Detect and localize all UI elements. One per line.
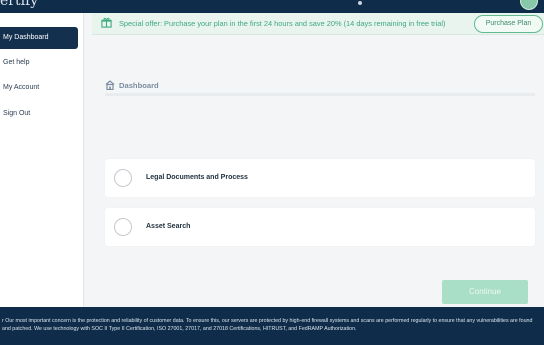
main-content: Dashboard Legal Documents and Process As… [85,35,544,307]
purchase-plan-button[interactable]: Purchase Plan [474,15,543,33]
gift-icon [101,17,112,28]
menu-dot-icon[interactable] [358,1,362,5]
footer: r Our most important concern is the prot… [0,307,544,345]
option-card-asset-search[interactable]: Asset Search [105,208,535,246]
option-label: Asset Search [146,223,191,230]
radio-button[interactable] [114,218,132,236]
sidebar-item-get-help[interactable]: Get help [0,53,78,73]
radio-button[interactable] [114,169,132,187]
security-notice-text: r Our most important concern is the prot… [2,318,533,332]
offer-text: Special offer: Purchase your plan in the… [119,19,446,28]
special-offer-banner: Special offer: Purchase your plan in the… [92,13,544,35]
avatar[interactable] [520,0,538,10]
page-title: Dashboard [119,81,159,90]
sidebar-item-my-dashboard[interactable]: My Dashboard [0,27,78,49]
sidebar-item-sign-out[interactable]: Sign Out [0,104,78,124]
option-label: Legal Documents and Process [146,174,248,181]
divider [105,93,535,96]
sidebar-item-my-account[interactable]: My Account [0,78,78,98]
brand-logo-text[interactable]: ertify [0,0,38,9]
option-card-legal-documents[interactable]: Legal Documents and Process [105,159,535,197]
continue-button[interactable]: Continue [442,280,528,304]
top-bar: ertify [0,0,544,13]
home-icon [105,80,115,90]
sidebar: My Dashboard Get help My Account Sign Ou… [0,13,84,307]
